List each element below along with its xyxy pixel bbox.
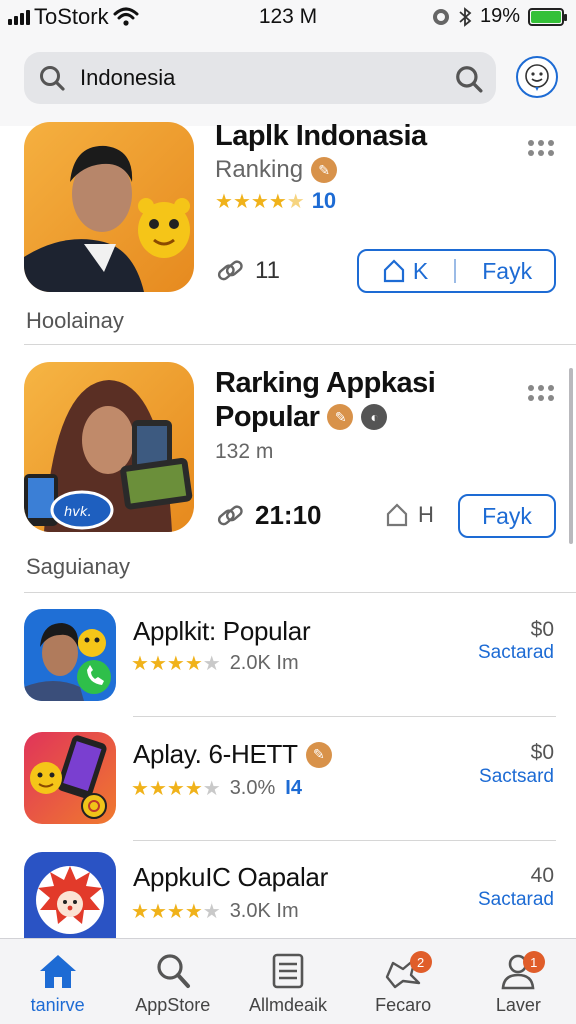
featured-app-2-title-row: Popular ✎ ◐ bbox=[215, 400, 435, 434]
search-input[interactable] bbox=[80, 65, 440, 91]
featured-app-2-title[interactable]: Rarking Appkasi Popular ✎ ◐ bbox=[215, 366, 436, 434]
tab-appstore[interactable]: AppStore bbox=[115, 939, 230, 1024]
featured-app-2-image[interactable]: hvk. bbox=[24, 362, 194, 532]
list-app-1-rating: ★ ★ ★ ★ ★ 2.0K Im bbox=[131, 651, 299, 676]
tab-fecaro-badge: 2 bbox=[409, 951, 432, 973]
award-badge-icon: ✎ bbox=[327, 404, 354, 430]
featured-app-1-button-right: Fayk bbox=[482, 257, 533, 284]
list-app-2-rating: ★ ★ ★ ★ ★ 3.0% I4 bbox=[131, 776, 302, 801]
smiley-icon bbox=[525, 64, 549, 91]
featured-app-1-get-button[interactable]: K Fayk bbox=[357, 249, 556, 293]
divider bbox=[24, 344, 576, 345]
bluetooth-icon bbox=[459, 6, 472, 27]
tab-fecaro-label: Fecaro bbox=[375, 995, 432, 1015]
status-right: 19% bbox=[432, 5, 567, 28]
list-icon bbox=[272, 953, 304, 989]
star-rating-icon: ★ ★ ★ ★ ★ bbox=[215, 190, 305, 213]
award-badge-icon: ✎ bbox=[311, 157, 338, 183]
list-app-2-meta-accent: I4 bbox=[285, 777, 302, 799]
list-app-3-price: 40 bbox=[530, 864, 554, 887]
list-app-1-icon[interactable] bbox=[24, 609, 116, 701]
headset-badge-icon: ◐ bbox=[361, 404, 388, 430]
featured-app-2-bookmark-label: H bbox=[418, 502, 434, 527]
divider bbox=[133, 840, 556, 841]
bookmark-icon bbox=[383, 259, 405, 283]
list-app-1-meta: 2.0K Im bbox=[229, 652, 299, 674]
featured-app-1-rating: ★ ★ ★ ★ ★ 10 bbox=[215, 188, 336, 214]
star-rating-icon: ★ ★ ★ ★ ★ bbox=[131, 901, 221, 923]
star-rating-icon: ★ ★ ★ ★ ★ bbox=[131, 653, 221, 675]
status-bar: ToStork 123 M 19% bbox=[0, 0, 576, 36]
list-app-3-icon[interactable] bbox=[24, 852, 116, 938]
featured-app-2-button-label: Fayk bbox=[482, 502, 532, 529]
list-app-2-price: $0 bbox=[530, 741, 554, 764]
tab-home[interactable]: tanirve bbox=[0, 939, 115, 1024]
featured-app-1-meta-value: 11 bbox=[255, 257, 280, 284]
more-options-icon[interactable] bbox=[528, 140, 554, 156]
battery-icon bbox=[528, 7, 567, 26]
featured-app-2-meta-value: 21:10 bbox=[255, 500, 322, 530]
scrollbar[interactable] bbox=[569, 368, 573, 544]
featured-app-1-meta: 11 bbox=[215, 256, 280, 286]
section-label-1: Hoolainay bbox=[26, 308, 124, 333]
profile-avatar[interactable] bbox=[516, 56, 558, 98]
tab-home-label: tanirve bbox=[30, 995, 85, 1015]
list-app-1-title[interactable]: Applkit: Popular bbox=[133, 616, 311, 647]
featured-app-2-get-button[interactable]: Fayk bbox=[458, 494, 556, 538]
featured-app-2-title-line2: Popular bbox=[215, 401, 320, 433]
tab-allmdeaik[interactable]: Allmdeaik bbox=[230, 939, 345, 1024]
award-badge-icon: ✎ bbox=[305, 741, 332, 768]
search-bar[interactable] bbox=[24, 52, 496, 104]
featured-app-2-title-line1: Rarking Appkasi bbox=[215, 367, 436, 399]
list-app-2-link[interactable]: Sactsard bbox=[479, 766, 554, 788]
link-icon bbox=[217, 504, 243, 525]
list-app-3-link[interactable]: Sactarad bbox=[478, 889, 554, 911]
home-icon bbox=[39, 955, 76, 988]
list-app-3-rating: ★ ★ ★ ★ ★ 3.0K Im bbox=[131, 899, 299, 924]
search-header bbox=[0, 36, 576, 126]
tab-laver-label: Laver bbox=[495, 995, 541, 1015]
section-label-2: Saguianay bbox=[26, 554, 130, 579]
tab-laver-badge: 1 bbox=[522, 951, 545, 973]
list-app-3-title[interactable]: AppkuIC Oapalar bbox=[133, 862, 328, 893]
tab-laver[interactable]: 1 Laver bbox=[461, 939, 576, 1024]
list-app-1-link[interactable]: Sactarad bbox=[478, 642, 554, 664]
svg-text:hvk.: hvk. bbox=[64, 505, 92, 520]
list-app-2-title[interactable]: Aplay. 6-HETT ✎ bbox=[133, 739, 332, 770]
search-submit-icon[interactable] bbox=[454, 64, 484, 99]
list-app-2-icon[interactable] bbox=[24, 732, 116, 824]
tab-fecaro[interactable]: 2 Fecaro bbox=[346, 939, 461, 1024]
featured-app-1-title[interactable]: Laplk Indonasia bbox=[215, 119, 427, 153]
battery-percent: 19% bbox=[479, 5, 520, 27]
link-icon bbox=[217, 260, 243, 281]
focus-icon bbox=[432, 8, 449, 25]
list-app-1-price: $0 bbox=[530, 618, 554, 641]
tab-appstore-label: AppStore bbox=[135, 995, 211, 1015]
featured-app-1-image[interactable] bbox=[24, 122, 194, 292]
featured-app-2-meta: 21:10 bbox=[215, 500, 322, 531]
list-app-2-title-text: Aplay. 6-HETT bbox=[133, 739, 298, 769]
tab-bar: tanirve AppStore Allmdeaik 2 Fecaro 1 La… bbox=[0, 938, 576, 1024]
featured-app-1-subtitle-text: Ranking bbox=[215, 156, 304, 183]
featured-app-1-subtitle: Ranking ✎ bbox=[215, 156, 338, 184]
list-app-1-title-text: Applkit: Popular bbox=[133, 616, 311, 646]
list-app-3-meta: 3.0K Im bbox=[229, 900, 299, 922]
featured-app-2-bookmark[interactable]: H bbox=[384, 502, 434, 528]
bookmark-icon bbox=[386, 503, 408, 527]
search-icon bbox=[24, 64, 80, 92]
divider bbox=[133, 716, 556, 717]
featured-app-2-subtitle-text: 132 m bbox=[215, 440, 274, 463]
featured-app-2-subtitle: 132 m bbox=[215, 440, 273, 464]
more-options-icon[interactable] bbox=[528, 385, 554, 401]
tab-allmdeaik-label: Allmdeaik bbox=[248, 995, 327, 1015]
list-app-2-meta: 3.0% bbox=[229, 777, 276, 799]
divider bbox=[24, 592, 576, 593]
button-divider bbox=[454, 259, 457, 283]
list-app-3-title-text: AppkuIC Oapalar bbox=[133, 862, 328, 892]
search-icon bbox=[157, 954, 190, 988]
star-rating-icon: ★ ★ ★ ★ ★ bbox=[131, 778, 221, 800]
featured-app-1-button-left: K bbox=[412, 257, 429, 284]
featured-app-1-rating-count: 10 bbox=[311, 188, 337, 213]
